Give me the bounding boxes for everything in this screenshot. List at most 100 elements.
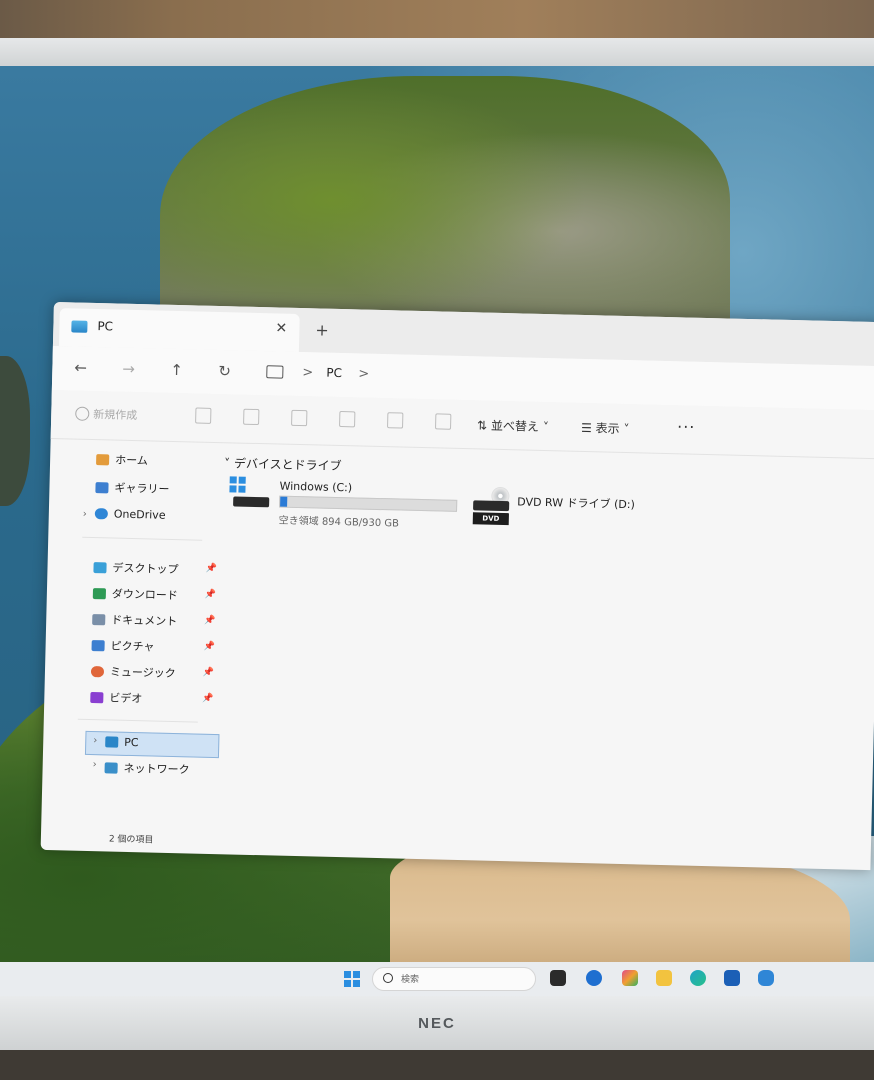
view-label: 表示 — [595, 421, 620, 436]
status-bar: 2 個の項目 — [108, 834, 154, 846]
sidebar-item-label: ダウンロード — [111, 587, 179, 603]
desk-surface — [0, 1050, 874, 1080]
sidebar-item-network[interactable]: ネットワーク — [104, 759, 190, 777]
tab-title: PC — [97, 319, 114, 334]
sidebar-item-label: ビデオ — [109, 691, 143, 706]
refresh-button[interactable]: ↻ — [218, 362, 231, 380]
computer-icon — [266, 365, 284, 379]
new-tab-button[interactable]: + — [315, 320, 329, 339]
content-pane: ˅ デバイスとドライブ Windows (C:) 空き領域 894 GB/930… — [211, 442, 874, 842]
storage-usage-bar — [279, 495, 458, 512]
drive-name: DVD RW ドライブ (D:) — [517, 495, 635, 512]
pc-icon — [71, 320, 88, 333]
sidebar-item-label: デスクトップ — [112, 561, 179, 577]
pin-icon: 📌 — [202, 667, 215, 679]
sidebar-item-onedrive[interactable]: OneDrive — [94, 507, 166, 522]
group-title: デバイスとドライブ — [233, 456, 342, 474]
sidebar-item-label: OneDrive — [113, 507, 166, 522]
group-header[interactable]: ˅ デバイスとドライブ — [224, 454, 342, 474]
outlook-icon[interactable] — [758, 970, 774, 986]
download-icon — [92, 587, 107, 599]
chevron-right-icon[interactable]: › — [83, 509, 87, 520]
chevron-right-icon[interactable]: > — [358, 366, 369, 381]
forward-button[interactable]: → — [122, 360, 135, 378]
folder-icon[interactable] — [656, 970, 672, 986]
sidebar-item-pc[interactable]: PC — [105, 735, 139, 749]
sidebar-item-downloads[interactable]: ダウンロード — [92, 585, 179, 603]
documents-icon — [92, 613, 106, 625]
sidebar-item-desktop[interactable]: デスクトップ — [93, 559, 179, 577]
taskbar: 検索 — [0, 962, 874, 996]
taskbar-search[interactable]: 検索 — [372, 967, 536, 991]
divider — [82, 536, 203, 541]
search-placeholder: 検索 — [401, 975, 420, 985]
sidebar-item-label: ホーム — [114, 453, 148, 468]
gallery-icon — [95, 481, 109, 493]
drive-d[interactable]: DVD DVD RW ドライブ (D:) — [468, 482, 669, 537]
up-button[interactable]: ↑ — [170, 361, 183, 379]
paste-icon[interactable] — [291, 409, 308, 427]
sidebar-item-videos[interactable]: ビデオ — [90, 689, 142, 706]
sidebar-item-music[interactable]: ミュージック — [90, 663, 176, 681]
navigation-pane: ホーム ギャラリー › OneDrive デスクトップ 📌 ダウンロード 📌 ド… — [41, 438, 220, 826]
sidebar-item-pictures[interactable]: ピクチャ — [91, 637, 155, 655]
network-icon — [104, 761, 118, 774]
copy-icon[interactable] — [243, 408, 260, 426]
search-icon — [383, 973, 393, 983]
breadcrumb-pc[interactable]: PC — [326, 366, 342, 380]
pin-icon: 📌 — [204, 615, 216, 627]
file-explorer-window: PC ✕ + ← → ↑ ↻ > PC > 新規作成 ⇅ 並べ替え ˅ ☰ 表示… — [40, 302, 874, 871]
copilot-icon[interactable] — [586, 970, 602, 986]
desktop-icon — [93, 561, 107, 573]
pin-icon: 📌 — [205, 563, 217, 575]
rename-icon[interactable] — [339, 411, 356, 428]
video-icon — [90, 691, 104, 703]
drive-name: Windows (C:) — [279, 479, 353, 495]
task-view-icon[interactable] — [550, 970, 566, 986]
sidebar-item-home[interactable]: ホーム — [96, 451, 148, 468]
sidebar-item-label: ピクチャ — [110, 639, 155, 654]
home-icon — [96, 453, 110, 465]
pin-icon: 📌 — [202, 693, 214, 705]
sort-button[interactable]: ⇅ 並べ替え ˅ — [477, 416, 549, 435]
chevron-right-icon[interactable]: › — [93, 759, 97, 770]
divider — [77, 718, 198, 723]
share-icon[interactable] — [387, 412, 404, 429]
dvd-drive-icon — [473, 500, 510, 512]
pin-icon: 📌 — [204, 589, 217, 601]
sidebar-item-label: ギャラリー — [114, 481, 170, 496]
pictures-icon — [91, 639, 105, 651]
view-button[interactable]: ☰ 表示 ˅ — [581, 419, 630, 437]
pc-icon — [105, 736, 119, 748]
music-icon — [90, 665, 105, 677]
sort-label: 並べ替え — [490, 418, 540, 434]
microsoft-store-icon[interactable] — [724, 970, 740, 986]
sidebar-item-label: ドキュメント — [111, 613, 178, 629]
chevron-right-icon[interactable]: › — [93, 735, 97, 746]
new-button[interactable]: 新規作成 — [93, 406, 137, 423]
sidebar-item-label: ネットワーク — [123, 761, 190, 777]
back-button[interactable]: ← — [74, 359, 87, 377]
free-space-text: 空き領域 894 GB/930 GB — [278, 515, 400, 530]
sidebar-item-documents[interactable]: ドキュメント — [92, 611, 177, 629]
cloud-icon — [94, 508, 108, 520]
pin-icon: 📌 — [203, 641, 215, 653]
cut-icon[interactable] — [195, 407, 212, 424]
drive-c[interactable]: Windows (C:) 空き領域 894 GB/930 GB — [229, 476, 460, 532]
tab-pc[interactable]: PC ✕ — [58, 308, 300, 352]
sidebar-item-label: PC — [124, 735, 139, 750]
more-options-button[interactable]: ··· — [677, 417, 696, 436]
windows-logo-icon — [229, 476, 246, 493]
edge-icon[interactable] — [690, 970, 706, 986]
monitor-bezel-top — [0, 38, 874, 68]
sidebar-item-gallery[interactable]: ギャラリー — [95, 479, 170, 497]
store-colorful-icon[interactable] — [622, 970, 638, 986]
close-tab-icon[interactable]: ✕ — [275, 320, 287, 336]
start-button[interactable] — [344, 971, 360, 987]
hard-drive-icon — [233, 496, 270, 508]
delete-icon[interactable] — [435, 413, 452, 430]
monitor-brand-logo: NEC — [418, 1015, 456, 1032]
desktop-screen: PC ✕ + ← → ↑ ↻ > PC > 新規作成 ⇅ 並べ替え ˅ ☰ 表示… — [0, 66, 874, 996]
chevron-right-icon: > — [302, 365, 314, 381]
plus-circle-icon — [75, 406, 90, 421]
